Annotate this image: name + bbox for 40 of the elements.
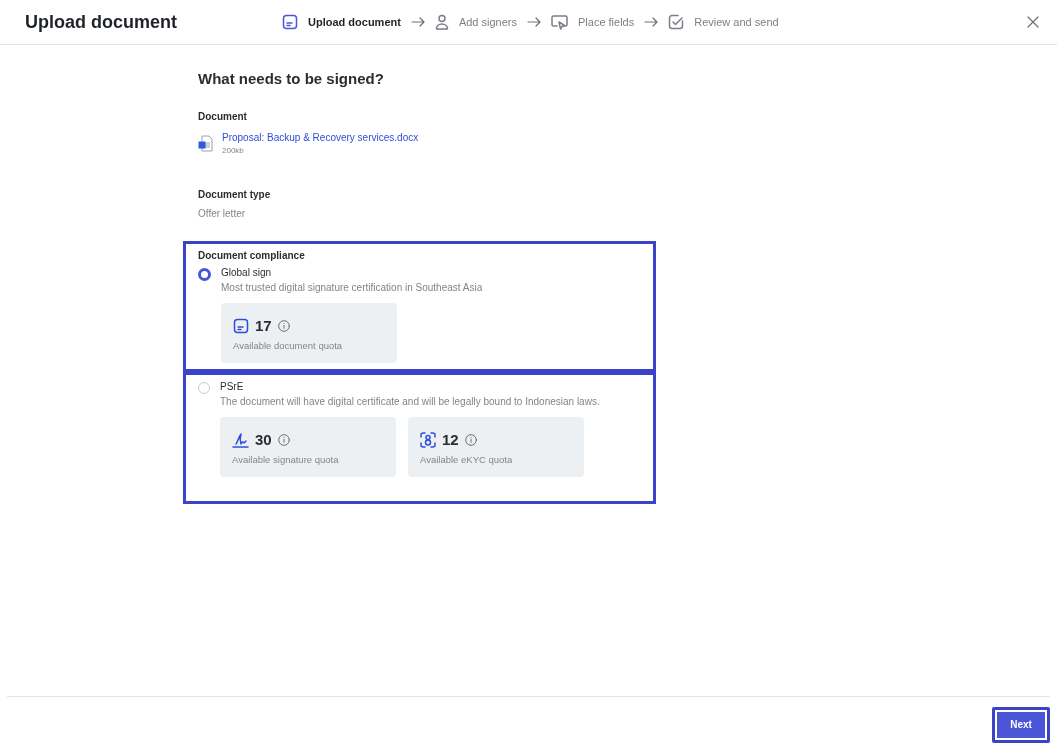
file-size: 200kb: [222, 146, 245, 155]
next-button[interactable]: Next: [992, 706, 1050, 743]
step-tab[interactable]: Place fields: [578, 16, 635, 28]
page-title: Upload document: [25, 11, 178, 33]
quota-count: 30: [255, 431, 272, 448]
file-link[interactable]: Proposal: Backup & Recovery services.docx: [222, 132, 419, 143]
step-tab[interactable]: Upload document: [308, 16, 401, 28]
option-description: Most trusted digital signature certification in Southeast Asia: [221, 282, 483, 293]
option-title: Global sign: [221, 267, 273, 278]
option-title: PSrE: [220, 381, 245, 392]
option-description: The document will have digital certificate and will be legally bound to Indonesian laws.: [220, 396, 600, 407]
document-icon: [233, 317, 249, 334]
info-icon[interactable]: [277, 319, 290, 332]
arrow-icon: [644, 17, 659, 27]
close-icon: [1027, 16, 1039, 28]
quota-count: 17: [255, 317, 272, 334]
quota-label: Available signature quota: [232, 454, 340, 465]
field-label: Document type: [198, 189, 272, 200]
document-type-value: Offer letter: [198, 208, 247, 219]
person-icon: [434, 14, 449, 30]
quota-label: Available document quota: [233, 340, 344, 351]
radio-button[interactable]: [198, 268, 211, 281]
arrow-icon: [527, 17, 541, 27]
quota-label: Available eKYC quota: [420, 454, 514, 465]
pointer-icon: [551, 14, 568, 30]
signature-icon: [232, 431, 249, 448]
checkbox-icon: [668, 14, 685, 30]
arrow-icon: [410, 17, 425, 27]
step-tab[interactable]: Add signers: [458, 16, 517, 28]
info-icon[interactable]: [277, 433, 290, 446]
document-icon: [282, 14, 298, 30]
field-label: Document compliance: [198, 250, 306, 261]
section-heading: What needs to be signed?: [198, 70, 385, 87]
info-icon[interactable]: [464, 433, 477, 446]
close-button[interactable]: [1025, 14, 1041, 30]
face-scan-icon: [420, 431, 436, 448]
quota-count: 12: [442, 431, 459, 448]
word-file-icon: [198, 135, 213, 152]
step-tab[interactable]: Review and send: [694, 16, 779, 28]
field-label: Document: [198, 111, 248, 122]
